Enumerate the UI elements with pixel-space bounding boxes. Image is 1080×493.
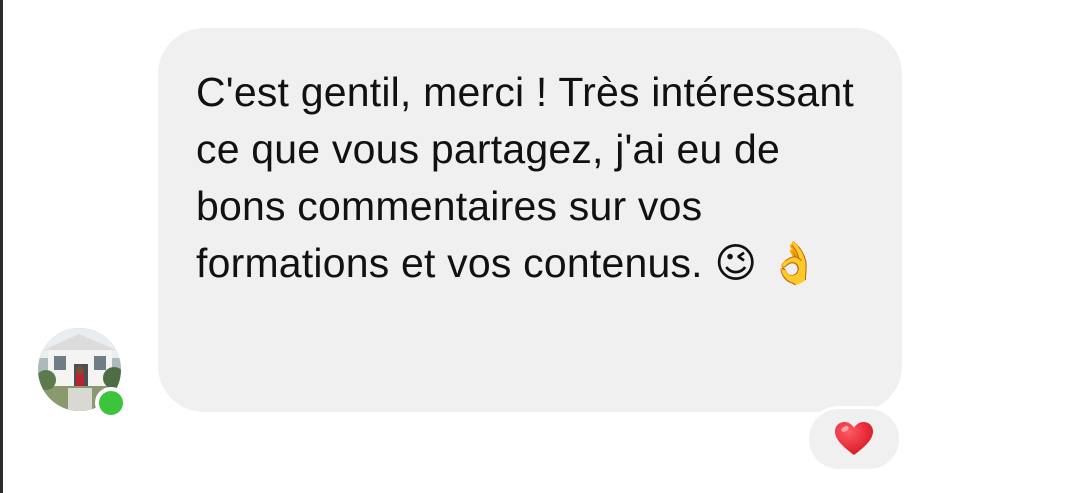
online-status-dot — [95, 387, 127, 419]
message-text: C'est gentil, merci ! Très intéressant c… — [196, 69, 854, 286]
message-reaction[interactable] — [806, 406, 902, 472]
message-bubble[interactable]: C'est gentil, merci ! Très intéressant c… — [158, 28, 902, 412]
window-edge — [0, 0, 3, 493]
heart-icon — [835, 422, 873, 455]
